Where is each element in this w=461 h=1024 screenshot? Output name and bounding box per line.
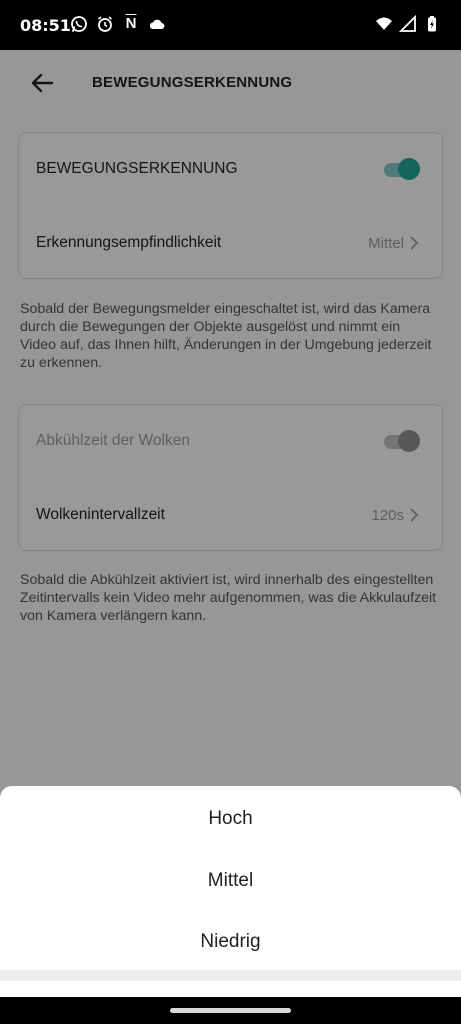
wifi-icon xyxy=(376,17,392,30)
option-niedrig[interactable]: Niedrig xyxy=(0,911,461,972)
system-icons xyxy=(375,15,441,33)
home-handle[interactable] xyxy=(170,1008,291,1013)
status-bar: 08:51 N xyxy=(0,0,461,50)
option-hoch[interactable]: Hoch xyxy=(0,788,461,849)
sheet-divider xyxy=(0,970,461,981)
alarm-icon xyxy=(98,16,112,32)
status-time: 08:51 xyxy=(20,16,71,35)
navigation-bar xyxy=(0,997,461,1024)
battery-charging-icon xyxy=(428,16,436,32)
whatsapp-icon xyxy=(71,16,87,32)
cloud-icon xyxy=(149,19,165,29)
notification-icons: N xyxy=(70,15,166,33)
sheet-options: Hoch Mittel Niedrig xyxy=(0,786,461,970)
bottom-sheet: Hoch Mittel Niedrig Abbrechen xyxy=(0,786,461,1024)
app-screen: BEWEGUNGSERKENNUNG BEWEGUNGSERKENNUNG Er… xyxy=(0,50,461,1024)
cellular-signal-icon xyxy=(399,15,416,32)
option-mittel[interactable]: Mittel xyxy=(0,850,461,911)
n-icon: N xyxy=(125,15,137,32)
